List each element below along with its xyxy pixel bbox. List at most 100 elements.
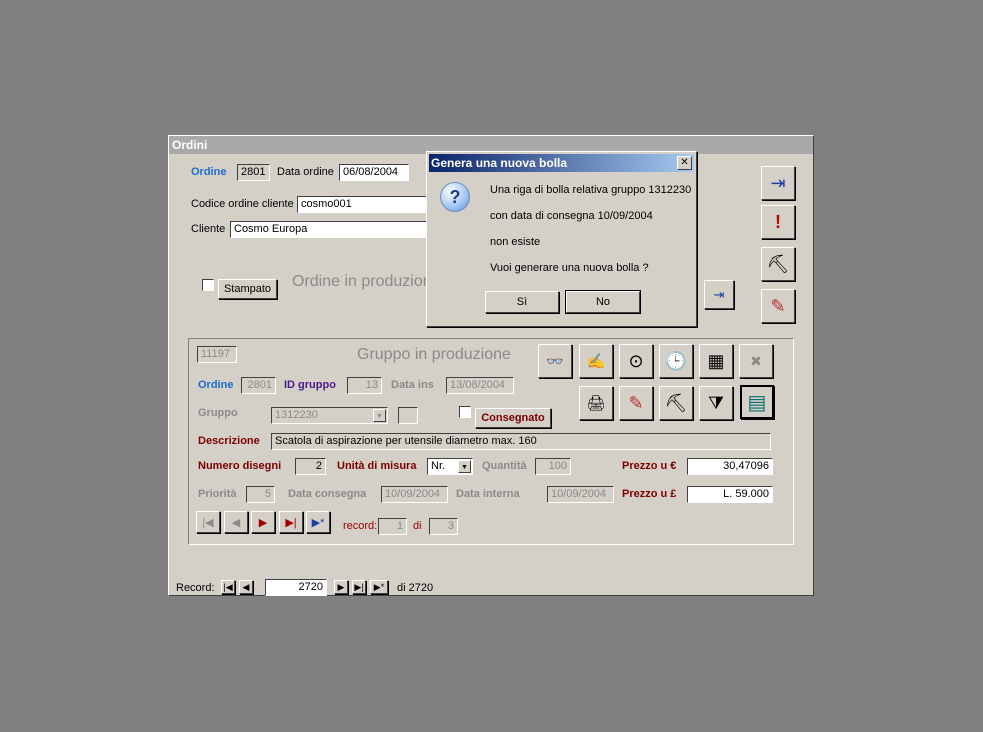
data-ins-field[interactable]: 13/08/2004 bbox=[446, 377, 514, 394]
group-subform: 11197 Gruppo in produzione Ordine 2801 I… bbox=[188, 338, 794, 545]
edit-icon: ✍ bbox=[586, 353, 606, 370]
group-next-button[interactable]: ▶ bbox=[251, 511, 275, 533]
record-number-field[interactable]: 2720 bbox=[265, 579, 327, 596]
id-gruppo-label: ID gruppo bbox=[284, 379, 336, 391]
stopwatch-icon: ⊙ bbox=[628, 350, 644, 371]
group-total-field[interactable]: 3 bbox=[429, 518, 458, 535]
gruppo-extra-field[interactable] bbox=[398, 407, 418, 424]
data-interna-field[interactable]: 10/09/2004 bbox=[547, 486, 614, 503]
descrizione-field[interactable]: Scatola di aspirazione per utensile diam… bbox=[271, 433, 771, 450]
gruppo-select[interactable]: 1312230 ▼ bbox=[271, 407, 388, 424]
new-record-icon: ▶* bbox=[311, 516, 325, 529]
import-button[interactable]: ⇥ bbox=[704, 280, 734, 309]
dialog-line-2: con data di consegna 10/09/2004 bbox=[490, 210, 653, 222]
ordine-field[interactable]: 2801 bbox=[237, 164, 270, 181]
alert-icon: ! bbox=[775, 211, 781, 232]
group-prev-button[interactable]: ◀ bbox=[224, 511, 248, 533]
pencil-icon: ✎ bbox=[628, 392, 644, 413]
stampato-button[interactable]: Stampato bbox=[218, 279, 277, 299]
dialog-line-1: Una riga di bolla relativa gruppo 131223… bbox=[490, 184, 692, 196]
pickaxe-icon: ⛏ bbox=[664, 392, 688, 413]
question-icon-glyph: ? bbox=[449, 187, 461, 207]
time-button[interactable]: ⊙ bbox=[619, 344, 653, 378]
dialog-line-4: Vuoi generare una nuova bolla ? bbox=[490, 262, 649, 274]
data-consegna-field[interactable]: 10/09/2004 bbox=[381, 486, 448, 503]
new-bolla-dialog: Genera una nuova bolla ✕ ? Una riga di b… bbox=[426, 151, 697, 327]
codice-ordine-label: Codice ordine cliente bbox=[191, 198, 294, 210]
group-record-field[interactable]: 1 bbox=[378, 518, 407, 535]
notebook-button[interactable]: ▤ bbox=[740, 385, 774, 419]
next-record-icon: ▶ bbox=[258, 516, 268, 529]
ordine-label: Ordine bbox=[191, 166, 227, 178]
data-ins-label: Data ins bbox=[391, 379, 434, 391]
group-last-button[interactable]: ▶| bbox=[279, 511, 303, 533]
dialog-title: Genera una nuova bolla bbox=[429, 154, 694, 172]
data-ordine-field[interactable]: 06/08/2004 bbox=[339, 164, 409, 181]
gruppo-value: 1312230 bbox=[275, 409, 318, 421]
group-first-button[interactable]: |◀ bbox=[196, 511, 220, 533]
numero-disegni-field[interactable]: 2 bbox=[295, 458, 326, 475]
chevron-down-icon[interactable]: ▼ bbox=[373, 409, 386, 422]
first-record-icon: |◀ bbox=[223, 581, 233, 592]
record-last-button[interactable]: ▶| bbox=[352, 580, 366, 594]
pencil-icon: ✎ bbox=[770, 295, 786, 316]
cancel-button[interactable]: ✖ bbox=[739, 344, 773, 378]
exit-button[interactable]: ⇥ bbox=[761, 166, 795, 200]
notebook-icon: ▤ bbox=[747, 391, 767, 414]
unita-value: Nr. bbox=[431, 460, 446, 472]
record-next-button[interactable]: ▶ bbox=[334, 580, 348, 594]
new-record-icon: ▶* bbox=[373, 581, 385, 592]
unita-select[interactable]: Nr. ▼ bbox=[427, 458, 473, 475]
yes-button[interactable]: Sì bbox=[485, 291, 559, 313]
codice-ordine-field[interactable]: cosmo001 bbox=[297, 196, 427, 213]
quantita-field[interactable]: 100 bbox=[535, 458, 571, 475]
descrizione-label: Descrizione bbox=[198, 435, 260, 447]
cancel-icon: ✖ bbox=[750, 352, 762, 369]
data-consegna-label: Data consegna bbox=[288, 488, 367, 500]
import-icon: ⇥ bbox=[713, 286, 725, 302]
prev-record-icon: ◀ bbox=[242, 581, 250, 592]
group-ordine-label: Ordine bbox=[198, 379, 234, 391]
question-icon: ? bbox=[440, 182, 470, 212]
data-interna-label: Data interna bbox=[456, 488, 520, 500]
next-record-icon: ▶ bbox=[337, 581, 345, 592]
group-record-label: record: bbox=[343, 520, 378, 532]
dialog-close-button[interactable]: ✕ bbox=[677, 156, 692, 170]
prezzo-lire-field[interactable]: L. 59.000 bbox=[687, 486, 773, 503]
consegnato-checkbox[interactable] bbox=[459, 406, 471, 418]
pick-tool-button[interactable]: ⛏ bbox=[659, 386, 693, 420]
group-id-field[interactable]: 11197 bbox=[197, 346, 237, 363]
stampato-checkbox[interactable] bbox=[202, 279, 214, 291]
view-button[interactable]: 👓 bbox=[538, 344, 572, 378]
dialog-line-3: non esiste bbox=[490, 236, 541, 248]
record-prev-button[interactable]: ◀ bbox=[239, 580, 253, 594]
prezzo-eur-label: Prezzo u € bbox=[622, 460, 677, 472]
exit-icon: ⇥ bbox=[770, 172, 786, 193]
edit-button[interactable]: ✍ bbox=[579, 344, 613, 378]
glasses-icon: 👓 bbox=[546, 352, 564, 369]
priorita-field[interactable]: 5 bbox=[246, 486, 275, 503]
filter-button[interactable]: ⧩ bbox=[699, 386, 733, 420]
prezzo-lire-label: Prezzo u £ bbox=[622, 488, 677, 500]
priorita-label: Priorità bbox=[198, 488, 237, 500]
consegnato-button[interactable]: Consegnato bbox=[475, 408, 551, 428]
last-record-icon: ▶| bbox=[354, 581, 364, 592]
group-ordine-field[interactable]: 2801 bbox=[241, 377, 276, 394]
calendar-button[interactable]: ▦ bbox=[699, 344, 733, 378]
clock-button[interactable]: 🕒 bbox=[659, 344, 693, 378]
print-button[interactable]: 🖨 bbox=[579, 386, 613, 420]
prezzo-eur-field[interactable]: 30,47096 bbox=[687, 458, 773, 475]
pick-button[interactable]: ⛏ bbox=[761, 247, 795, 281]
chevron-down-icon[interactable]: ▼ bbox=[458, 460, 471, 473]
record-new-button[interactable]: ▶* bbox=[370, 580, 388, 594]
no-button[interactable]: No bbox=[565, 290, 641, 314]
pencil-button[interactable]: ✎ bbox=[761, 289, 795, 323]
cliente-field[interactable]: Cosmo Europa bbox=[230, 221, 427, 238]
close-icon: ✕ bbox=[680, 157, 689, 168]
order-status-text: Ordine in produzion bbox=[292, 273, 432, 290]
id-gruppo-field[interactable]: 13 bbox=[347, 377, 382, 394]
group-new-button[interactable]: ▶* bbox=[306, 511, 330, 533]
record-first-button[interactable]: |◀ bbox=[221, 580, 235, 594]
alert-button[interactable]: ! bbox=[761, 205, 795, 239]
pencil-edit-button[interactable]: ✎ bbox=[619, 386, 653, 420]
